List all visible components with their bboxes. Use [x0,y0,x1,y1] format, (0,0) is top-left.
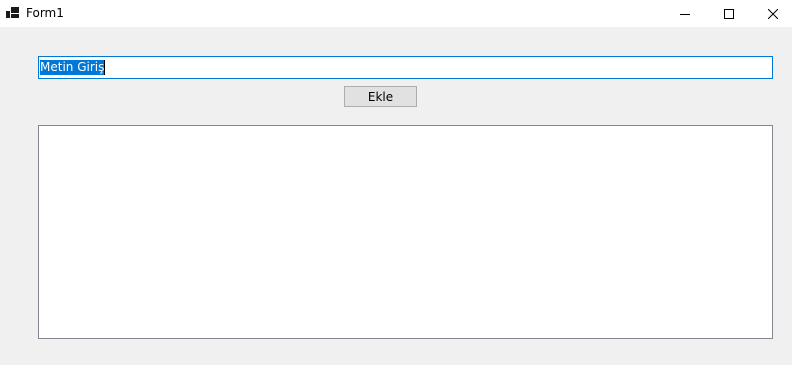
minimize-button[interactable] [662,0,707,27]
minimize-icon [679,13,690,15]
items-listbox[interactable] [38,125,773,339]
close-icon [767,8,778,19]
add-button[interactable]: Ekle [344,86,417,107]
title-bar[interactable]: Form1 [0,0,792,27]
maximize-button[interactable] [706,0,751,27]
add-button-label: Ekle [367,89,394,104]
form-client-area: Metin Giriş Ekle [0,27,792,365]
close-button[interactable] [750,0,792,27]
text-caret [104,60,106,75]
maximize-icon [723,8,734,19]
text-input[interactable]: Metin Giriş [38,56,773,79]
text-input-value: Metin Giriş [40,60,105,75]
window-title: Form1 [26,6,64,20]
app-icon [6,7,19,18]
